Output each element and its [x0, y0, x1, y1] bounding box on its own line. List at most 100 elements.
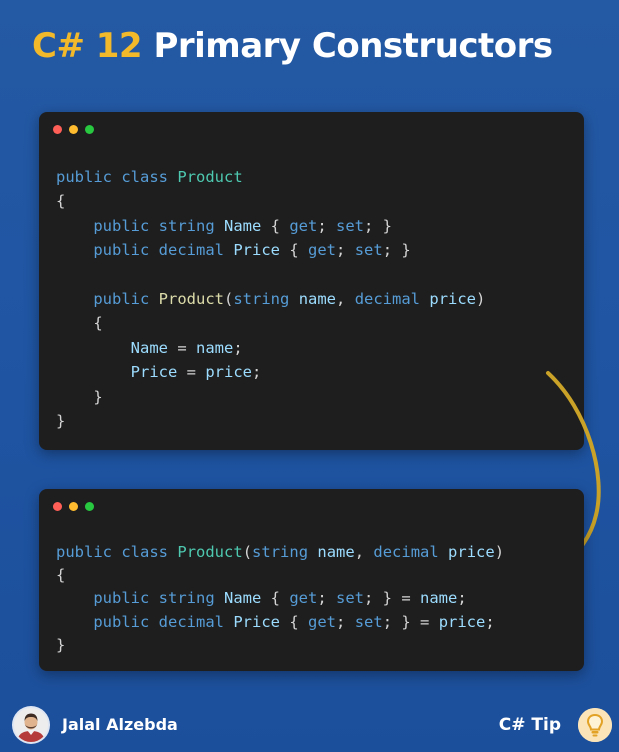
code-token: {: [56, 566, 66, 585]
code-line: {: [56, 564, 504, 587]
code-token: price: [205, 363, 252, 382]
window-controls: [53, 125, 94, 134]
code-line: }: [56, 385, 485, 409]
code-block-after: public class Product(string name, decima…: [56, 541, 504, 657]
code-token: set: [336, 216, 365, 235]
code-line: public decimal Price { get; set; } = pri…: [56, 611, 504, 634]
lightbulb-icon: [578, 708, 612, 742]
code-line: public class Product(string name, decima…: [56, 541, 504, 564]
code-token: =: [167, 338, 196, 357]
code-token: ;: [336, 241, 355, 260]
code-token: Product: [158, 290, 224, 309]
code-token: (: [242, 543, 253, 561]
code-token: string: [158, 216, 215, 235]
code-token: {: [280, 241, 309, 260]
code-token: ;: [317, 216, 337, 235]
code-token: name: [298, 290, 337, 309]
avatar: [14, 708, 48, 742]
maximize-dot-icon: [85, 502, 94, 511]
code-token: Price: [130, 363, 178, 382]
code-token: set: [336, 589, 365, 608]
code-token: Name: [130, 338, 168, 357]
code-line: public Product(string name, decimal pric…: [56, 287, 485, 311]
minimize-dot-icon: [69, 502, 78, 511]
code-line: public string Name { get; set; } = name;: [56, 587, 504, 610]
footer: Jalal Alzebda C# Tip: [0, 700, 619, 752]
code-token: price: [438, 612, 486, 631]
code-token: public: [93, 589, 150, 608]
code-token: decimal: [158, 241, 224, 260]
code-token: string: [158, 589, 215, 608]
code-token: public: [93, 612, 150, 631]
code-token: name: [317, 543, 355, 561]
code-token: =: [177, 363, 206, 382]
code-token: decimal: [158, 612, 224, 631]
code-token: {: [56, 192, 66, 211]
code-token: price: [429, 290, 477, 309]
code-token: name: [420, 589, 458, 608]
code-window-after: public class Product(string name, decima…: [39, 489, 584, 671]
code-token: }: [56, 412, 66, 431]
code-line: {: [56, 311, 485, 335]
code-token: ;: [252, 363, 262, 382]
code-token: Name: [224, 589, 262, 608]
code-token: Product: [177, 168, 243, 186]
code-token: get: [308, 612, 337, 631]
code-line: {: [56, 189, 485, 213]
code-line: Name = name;: [56, 336, 485, 360]
code-token: ,: [336, 290, 355, 309]
code-line: }: [56, 634, 504, 657]
code-token: ,: [354, 543, 374, 561]
close-dot-icon: [53, 502, 62, 511]
code-token: ; }: [364, 216, 393, 235]
code-token: ;: [233, 338, 243, 357]
code-line: public decimal Price { get; set; }: [56, 238, 485, 262]
title-accent: C# 12: [32, 26, 143, 66]
code-line: public string Name { get; set; }: [56, 214, 485, 238]
code-token: ; } =: [382, 612, 439, 631]
code-token: price: [448, 543, 495, 561]
code-token: (: [224, 290, 234, 309]
code-token: {: [56, 314, 103, 333]
code-token: {: [261, 216, 290, 235]
code-token: public: [93, 241, 150, 260]
code-token: public: [56, 543, 112, 561]
code-token: Price: [233, 612, 281, 631]
code-token: ;: [317, 589, 337, 608]
code-token: set: [354, 612, 383, 631]
code-token: ; }: [382, 241, 411, 260]
code-token: ): [476, 290, 486, 309]
code-token: public: [56, 168, 112, 186]
code-token: decimal: [354, 290, 421, 309]
code-token: Name: [224, 216, 262, 235]
code-token: Product: [177, 543, 243, 561]
code-token: set: [354, 241, 383, 260]
minimize-dot-icon: [69, 125, 78, 134]
window-controls: [53, 502, 94, 511]
code-token: }: [56, 387, 103, 406]
page-title: C# 12 Primary Constructors: [32, 22, 553, 70]
code-token: get: [289, 589, 318, 608]
title-text: Primary Constructors: [153, 26, 553, 66]
tip-label: C# Tip: [498, 715, 561, 735]
